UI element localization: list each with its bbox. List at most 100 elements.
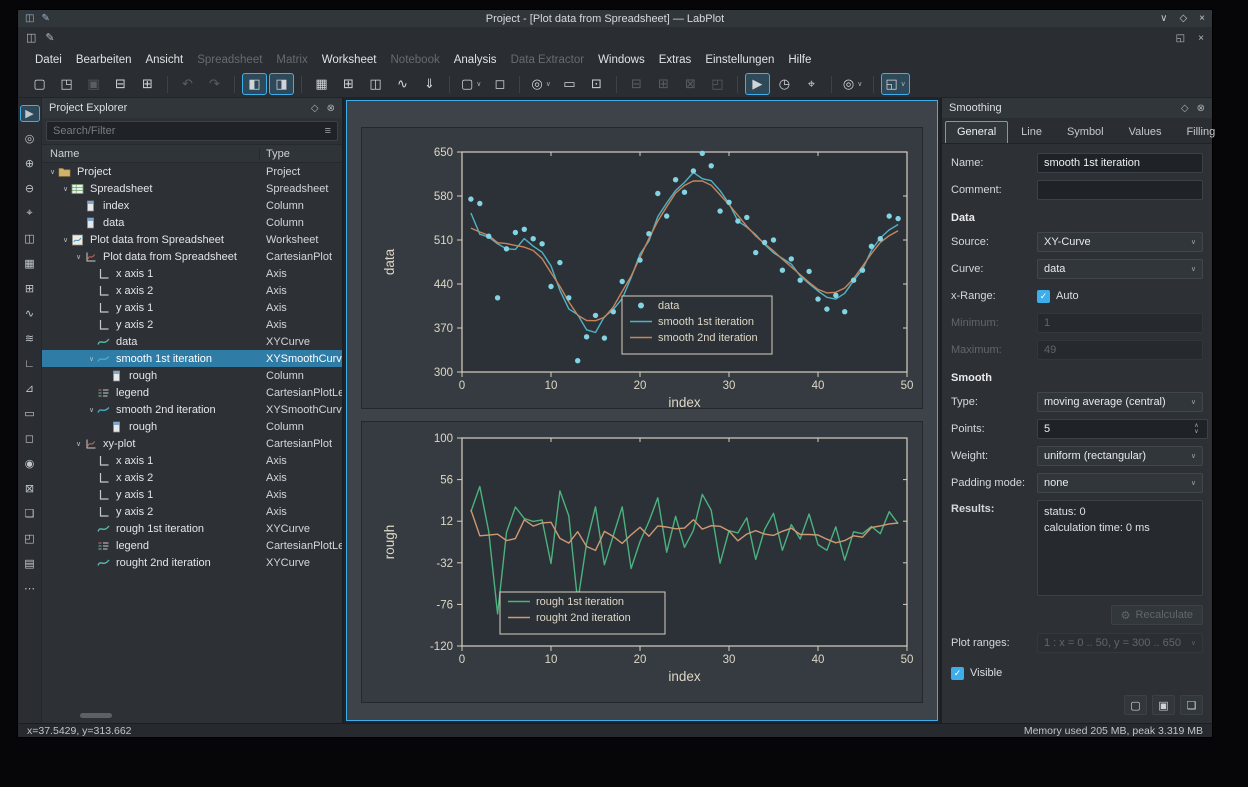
crosshair-mode-button[interactable]: ⌖ <box>799 73 824 95</box>
search-input[interactable]: Search/Filter ≡ <box>46 121 338 141</box>
horizontal-scrollbar[interactable] <box>80 713 112 718</box>
tree-row-x-axis-2-axis[interactable]: x axis 2Axis <box>42 469 342 486</box>
add-histogram-button[interactable]: ⊿ <box>20 380 40 397</box>
menu-item-worksheet[interactable]: Worksheet <box>315 52 384 68</box>
menu-item-ansicht[interactable]: Ansicht <box>138 52 190 68</box>
add-legend-button[interactable]: ❏ <box>20 505 40 522</box>
expander-icon[interactable]: ∨ <box>47 168 58 176</box>
expander-icon[interactable]: ∨ <box>60 236 71 244</box>
add-box-plot-button[interactable]: ⊠ <box>20 480 40 497</box>
expander-icon[interactable]: ∨ <box>73 253 84 261</box>
new-spreadsheet-button[interactable]: ▦ <box>309 73 334 95</box>
tree-column-headers[interactable]: Name Type <box>42 144 342 163</box>
tab-values[interactable]: Values <box>1117 121 1174 143</box>
tree-row-y-axis-1-axis[interactable]: y axis 1Axis <box>42 299 342 316</box>
recalculate-button[interactable]: ⚙ Recalculate <box>1111 605 1203 625</box>
new-object-button[interactable]: ▢∨ <box>457 73 485 95</box>
comment-field[interactable] <box>1037 180 1203 200</box>
new-notebook-button[interactable]: ∿ <box>390 73 415 95</box>
load-template-button[interactable]: ▢ <box>1124 695 1147 715</box>
new-folder-button[interactable]: ◻ <box>487 73 512 95</box>
menu-item-datei[interactable]: Datei <box>28 52 69 68</box>
menu-item-hilfe[interactable]: Hilfe <box>781 52 818 68</box>
add-matrix-button[interactable]: ⊞ <box>20 280 40 297</box>
tool-zoom-in-button[interactable]: ⊕ <box>20 155 40 172</box>
print-button[interactable]: ⊟ <box>108 73 133 95</box>
weight-combobox[interactable]: uniform (rectangular) ∨ <box>1037 446 1203 466</box>
filter-options-icon[interactable]: ≡ <box>325 125 331 137</box>
project-explorer-header[interactable]: Project Explorer ◇ ⊗ <box>42 98 342 118</box>
tree-row-x-axis-1-axis[interactable]: x axis 1Axis <box>42 452 342 469</box>
tab-symbol[interactable]: Symbol <box>1055 121 1116 143</box>
spin-down-icon[interactable]: ∨ <box>1194 429 1198 435</box>
pin-icon[interactable]: ✎ <box>41 13 49 24</box>
source-combobox[interactable]: XY-Curve ∨ <box>1037 232 1203 252</box>
plot-data-from-spreadsheet[interactable]: 01020304050300370440510580650indexdatada… <box>361 127 923 409</box>
new-matrix-button[interactable]: ⊞ <box>336 73 361 95</box>
selection-mode-button[interactable]: ◱∨ <box>881 73 909 95</box>
curve-combobox[interactable]: data ∨ <box>1037 259 1203 279</box>
panel-float-icon[interactable]: ◇ <box>311 103 319 114</box>
type-combobox[interactable]: moving average (central) ∨ <box>1037 392 1203 412</box>
copy-properties-button[interactable]: ❏ <box>1180 695 1203 715</box>
menu-item-einstellungen[interactable]: Einstellungen <box>698 52 781 68</box>
tree-row-legend-cartesianplotlegend[interactable]: legendCartesianPlotLegend <box>42 384 342 401</box>
tree-row-y-axis-2-axis[interactable]: y axis 2Axis <box>42 316 342 333</box>
xy-plot[interactable]: 01020304050-120-76-321256100indexroughro… <box>361 421 923 703</box>
tree-row-plot-data-from-spreadsheet-cartesianplot[interactable]: ∨Plot data from SpreadsheetCartesianPlot <box>42 248 342 265</box>
tree-row-data-xycurve[interactable]: dataXYCurve <box>42 333 342 350</box>
tool-zoom-out-button[interactable]: ⊖ <box>20 180 40 197</box>
spinbox-arrows[interactable]: ∧ ∨ <box>1190 423 1203 435</box>
tab-line[interactable]: Line <box>1009 121 1054 143</box>
add-text-label-button[interactable]: ▭ <box>20 405 40 422</box>
import-button[interactable]: ⇓ <box>417 73 442 95</box>
add-smooth-curve-button[interactable]: ≋ <box>20 330 40 347</box>
dock-close-icon[interactable]: ⊗ <box>1197 103 1205 114</box>
name-field[interactable]: smooth 1st iteration <box>1037 153 1203 173</box>
tree-row-x-axis-1-axis[interactable]: x axis 1Axis <box>42 265 342 282</box>
tool-zoom-button[interactable]: ◎ <box>20 130 40 147</box>
tree-row-rough-1st-iteration-xycurve[interactable]: rough 1st iterationXYCurve <box>42 520 342 537</box>
smoothing-header[interactable]: Smoothing ◇ ⊗ <box>942 98 1212 118</box>
tree-row-y-axis-2-axis[interactable]: y axis 2Axis <box>42 503 342 520</box>
add-worksheet-button[interactable]: ◫ <box>20 230 40 247</box>
menu-item-bearbeiten[interactable]: Bearbeiten <box>69 52 139 68</box>
add-image-button[interactable]: ◻ <box>20 430 40 447</box>
tree-row-project-project[interactable]: ∨ProjectProject <box>42 163 342 180</box>
tree-row-data-column[interactable]: dataColumn <box>42 214 342 231</box>
tree-row-plot-data-from-spreadsheet-worksheet[interactable]: ∨Plot data from SpreadsheetWorksheet <box>42 231 342 248</box>
add-point-button[interactable]: ◉ <box>20 455 40 472</box>
auto-checkbox[interactable]: ✓ <box>1037 290 1050 303</box>
expander-icon[interactable]: ∨ <box>86 355 97 363</box>
menu-item-extras[interactable]: Extras <box>652 52 699 68</box>
child-pin-icon[interactable]: ✎ <box>45 31 54 44</box>
menu-item-windows[interactable]: Windows <box>591 52 652 68</box>
add-plot-button[interactable]: ◰ <box>20 530 40 547</box>
maximize-button[interactable]: ◇ <box>1179 13 1187 24</box>
zoom-mode-button[interactable]: ◎∨ <box>839 73 866 95</box>
new-worksheet-button[interactable]: ◫ <box>363 73 388 95</box>
tree-row-legend-cartesianplotlegend[interactable]: legendCartesianPlotLegend <box>42 537 342 554</box>
tree-row-smooth-2nd-iteration-xysmoothcurve[interactable]: ∨smooth 2nd iterationXYSmoothCurve <box>42 401 342 418</box>
tree-row-rough-column[interactable]: roughColumn <box>42 418 342 435</box>
column-header-name[interactable]: Name <box>42 148 260 160</box>
expander-icon[interactable]: ∨ <box>60 185 71 193</box>
save-template-button[interactable]: ▣ <box>1152 695 1175 715</box>
tree-row-y-axis-1-axis[interactable]: y axis 1Axis <box>42 486 342 503</box>
tool-select-button[interactable]: ▶ <box>20 105 40 122</box>
expander-icon[interactable]: ∨ <box>73 440 84 448</box>
points-spinbox[interactable]: 5 <box>1037 419 1208 439</box>
tree-row-x-axis-2-axis[interactable]: x axis 2Axis <box>42 282 342 299</box>
tree-row-index-column[interactable]: indexColumn <box>42 197 342 214</box>
expander-icon[interactable]: ∨ <box>86 406 97 414</box>
tree-row-smooth-1st-iteration-xysmoothcurve[interactable]: ∨smooth 1st iterationXYSmoothCurve <box>42 350 342 367</box>
fit-page-button[interactable]: ▭ <box>557 73 582 95</box>
zoom-button[interactable]: ◎∨ <box>527 73 554 95</box>
navigate-mode-button[interactable]: ▶ <box>745 73 770 95</box>
mdi-restore-button[interactable]: ◱ <box>1176 33 1185 44</box>
padding-mode-combobox[interactable]: none ∨ <box>1037 473 1203 493</box>
panel-close-icon[interactable]: ⊗ <box>327 103 335 114</box>
add-spreadsheet-button[interactable]: ▦ <box>20 255 40 272</box>
fit-selection-button[interactable]: ⊡ <box>584 73 609 95</box>
open-project-button[interactable]: ◳ <box>54 73 79 95</box>
